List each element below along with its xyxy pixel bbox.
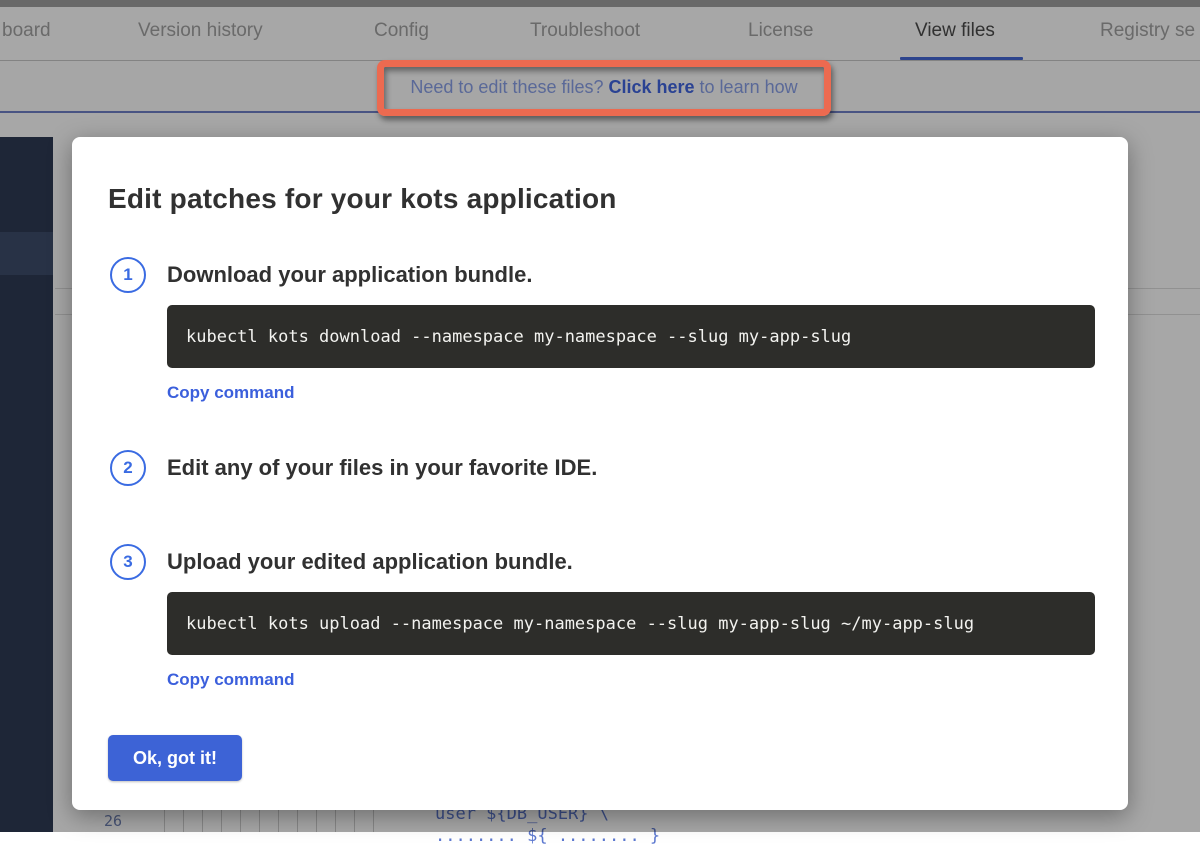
step-2-title: Edit any of your files in your favorite … bbox=[167, 450, 597, 486]
download-command-code-block: kubectl kots download --namespace my-nam… bbox=[167, 305, 1095, 368]
step-3-title: Upload your edited application bundle. bbox=[167, 544, 573, 580]
ok-got-it-button[interactable]: Ok, got it! bbox=[108, 735, 242, 781]
copy-download-command-link[interactable]: Copy command bbox=[167, 383, 295, 403]
copy-upload-command-link[interactable]: Copy command bbox=[167, 670, 295, 690]
annotation-highlight-rectangle bbox=[377, 60, 831, 116]
step-2-badge: 2 bbox=[110, 450, 146, 486]
step-3-badge: 3 bbox=[110, 544, 146, 580]
upload-command-code-block: kubectl kots upload --namespace my-names… bbox=[167, 592, 1095, 655]
step-1-badge: 1 bbox=[110, 257, 146, 293]
edit-patches-modal: Edit patches for your kots application 1… bbox=[72, 137, 1128, 810]
modal-title: Edit patches for your kots application bbox=[108, 183, 617, 215]
step-1-title: Download your application bundle. bbox=[167, 257, 532, 293]
